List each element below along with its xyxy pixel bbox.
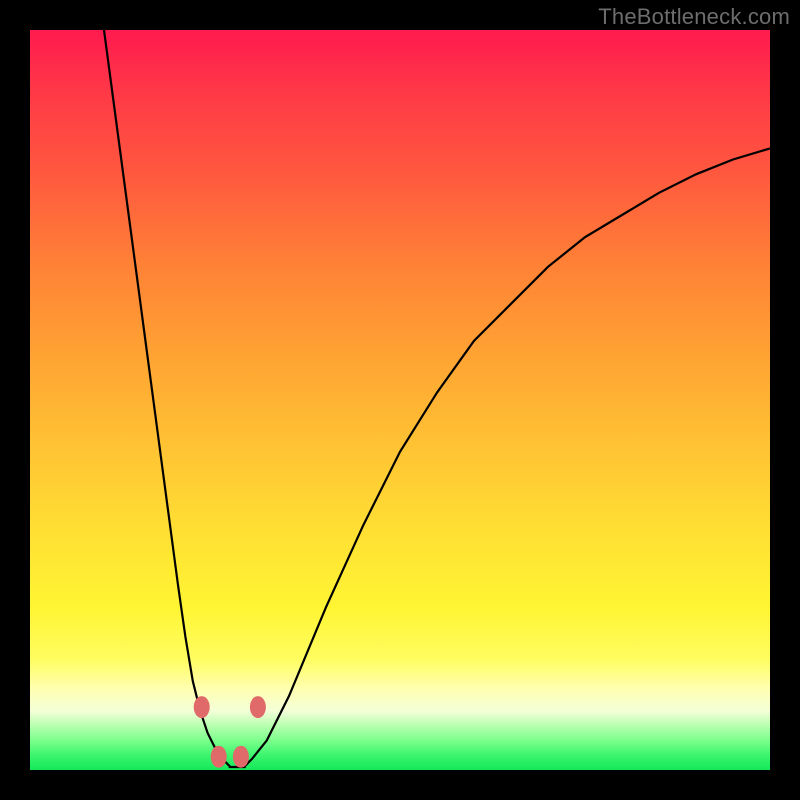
threshold-marker [233,746,249,768]
watermark-text: TheBottleneck.com [598,4,790,30]
chart-frame: TheBottleneck.com [0,0,800,800]
threshold-marker [194,696,210,718]
threshold-marker [211,746,227,768]
marker-group [194,696,266,768]
threshold-marker [250,696,266,718]
curve-svg [30,30,770,770]
plot-area [30,30,770,770]
bottleneck-curve [104,30,770,767]
